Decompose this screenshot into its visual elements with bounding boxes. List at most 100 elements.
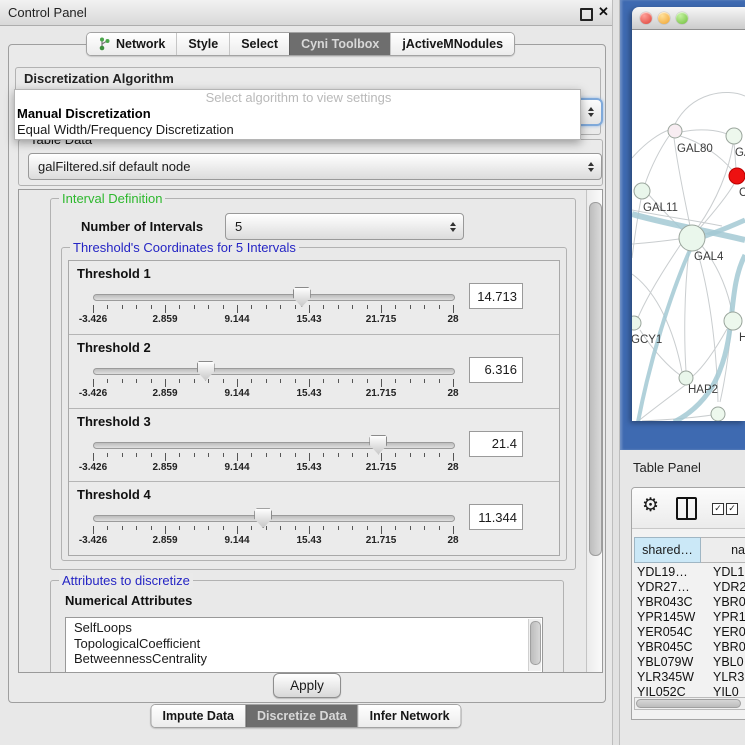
slider-tick: [410, 526, 411, 530]
slider-tick: [439, 526, 440, 530]
tab-cyni-toolbox[interactable]: Cyni Toolbox: [289, 33, 390, 55]
slider-thumb[interactable]: [197, 361, 215, 381]
slider-track[interactable]: [93, 442, 455, 449]
table-row[interactable]: YDR27…YDR2: [634, 580, 745, 595]
tab-style[interactable]: Style: [176, 33, 229, 55]
close-traffic-light-icon[interactable]: [640, 12, 652, 24]
attribute-list-item[interactable]: BetweennessCentrality: [74, 651, 542, 667]
cell-shared-name: YER054C: [634, 625, 709, 640]
number-of-intervals-combobox[interactable]: 5: [225, 213, 464, 240]
slider-thumb[interactable]: [293, 287, 311, 307]
slider-tick-label: 2.859: [152, 535, 177, 546]
slider-tick: [323, 379, 324, 383]
scrollbar-thumb[interactable]: [636, 699, 741, 708]
column-header-shared-name[interactable]: shared…: [634, 537, 701, 563]
network-node-label: H: [739, 332, 745, 344]
float-window-icon[interactable]: [580, 8, 593, 21]
network-node-c[interactable]: [729, 168, 745, 184]
dropdown-placeholder-item[interactable]: Select algorithm to view settings: [15, 90, 580, 106]
threshold-value-field[interactable]: 21.4: [469, 431, 523, 457]
table-row[interactable]: YBL079WYBL0: [634, 655, 745, 670]
network-edge: [632, 239, 679, 244]
network-node-gal80[interactable]: [668, 124, 682, 138]
slider-thumb[interactable]: [254, 508, 272, 528]
table-row[interactable]: YBR045CYBR0: [634, 640, 745, 655]
slider-track[interactable]: [93, 515, 455, 522]
minimize-traffic-light-icon[interactable]: [658, 12, 670, 24]
cell-name: YBL0: [709, 655, 745, 670]
scrollbar-thumb[interactable]: [589, 202, 602, 556]
checkbox-icon[interactable]: ✓: [726, 503, 738, 515]
slider-tick: [266, 379, 267, 383]
dropdown-item-equal-width[interactable]: Equal Width/Frequency Discretization: [15, 122, 580, 138]
network-node-h[interactable]: [724, 312, 742, 330]
network-node-gcy1[interactable]: [632, 316, 641, 330]
network-window-titlebar[interactable]: [632, 7, 745, 30]
apply-button-label: Apply: [290, 678, 324, 693]
slider-tick: [410, 379, 411, 383]
network-node-gal4[interactable]: [679, 225, 705, 251]
numerical-attributes-list[interactable]: SelfLoopsTopologicalCoefficientBetweenne…: [65, 617, 543, 673]
zoom-traffic-light-icon[interactable]: [676, 12, 688, 24]
network-node-ga[interactable]: [726, 128, 742, 144]
slider-tick: [424, 379, 425, 383]
panel-divider[interactable]: [612, 0, 620, 745]
checkbox-icon[interactable]: ✓: [712, 503, 724, 515]
tab-label: jActiveMNodules: [402, 33, 503, 55]
gear-icon[interactable]: ⚙: [642, 496, 659, 515]
slider-tick-label: 15.43: [296, 388, 321, 399]
table-data-combobox[interactable]: galFiltered.sif default node: [28, 153, 602, 180]
table-row[interactable]: YDL19…YDL1: [634, 565, 745, 580]
thresholds-title: Threshold's Coordinates for 5 Intervals: [70, 240, 299, 255]
slider-thumb[interactable]: [369, 435, 387, 455]
table-data-group: Table Data galFiltered.sif default node: [18, 139, 603, 186]
network-canvas[interactable]: GAL80GACGAL11GAL4GCY1HHAP2: [632, 30, 745, 421]
slider-tick: [280, 453, 281, 457]
cell-shared-name: YDL19…: [634, 565, 709, 580]
table-row[interactable]: YLR345WYLR3: [634, 670, 745, 685]
mode-tab-discretize-data[interactable]: Discretize Data: [245, 705, 358, 727]
threshold-value-field[interactable]: 14.713: [469, 283, 523, 309]
slider-track[interactable]: [93, 368, 455, 375]
slider-tick: [295, 305, 296, 309]
table-row[interactable]: YBR043CYBR0: [634, 595, 745, 610]
tab-network[interactable]: Network: [87, 33, 176, 55]
threshold-value-field[interactable]: 6.316: [469, 357, 523, 383]
slider-tick: [251, 526, 252, 530]
network-node-hap2[interactable]: [679, 371, 693, 385]
table-horizontal-scrollbar[interactable]: [634, 697, 745, 710]
table-container: ⚙ ✓ ✓ shared… na YDL19…YDL1YDR27…YDR2YBR…: [631, 487, 745, 720]
tab-jactivemnodules[interactable]: jActiveMNodules: [390, 33, 514, 55]
tab-select[interactable]: Select: [229, 33, 289, 55]
mode-tab-infer-network[interactable]: Infer Network: [358, 705, 461, 727]
cell-name: YDR2: [709, 580, 745, 595]
slider-tick-label: -3.426: [79, 388, 107, 399]
settings-vertical-scrollbar[interactable]: [586, 190, 602, 672]
table-data-value: galFiltered.sif default node: [38, 159, 190, 174]
apply-button[interactable]: Apply: [273, 673, 341, 698]
table-row[interactable]: YPR145WYPR1: [634, 610, 745, 625]
threshold-value-field[interactable]: 11.344: [469, 504, 523, 530]
slider-tick-label: 2.859: [152, 314, 177, 325]
column-header-name[interactable]: na: [701, 537, 745, 563]
slider-tick: [208, 305, 209, 309]
split-columns-icon[interactable]: [676, 497, 697, 520]
attribute-list-item[interactable]: SelfLoops: [74, 620, 542, 636]
slider-tick: [309, 453, 310, 461]
mode-tab-impute-data[interactable]: Impute Data: [151, 705, 245, 727]
control-panel-titlebar: Control Panel ✕: [0, 0, 612, 26]
attribute-list-item[interactable]: TopologicalCoefficient: [74, 636, 542, 652]
network-edge: [685, 251, 689, 371]
network-node-label: C: [739, 187, 745, 199]
slider-tick: [381, 526, 382, 534]
network-node-gal11[interactable]: [634, 183, 650, 199]
close-icon[interactable]: ✕: [598, 4, 609, 20]
table-row[interactable]: YER054CYER0: [634, 625, 745, 640]
slider-tick: [338, 305, 339, 309]
slider-track[interactable]: [93, 294, 455, 301]
tab-label: Select: [241, 33, 278, 55]
dropdown-item-manual-discretization[interactable]: Manual Discretization: [15, 106, 580, 122]
network-node[interactable]: [711, 407, 725, 421]
attributes-list-scrollbar[interactable]: [528, 619, 541, 671]
scrollbar-thumb[interactable]: [530, 621, 541, 665]
